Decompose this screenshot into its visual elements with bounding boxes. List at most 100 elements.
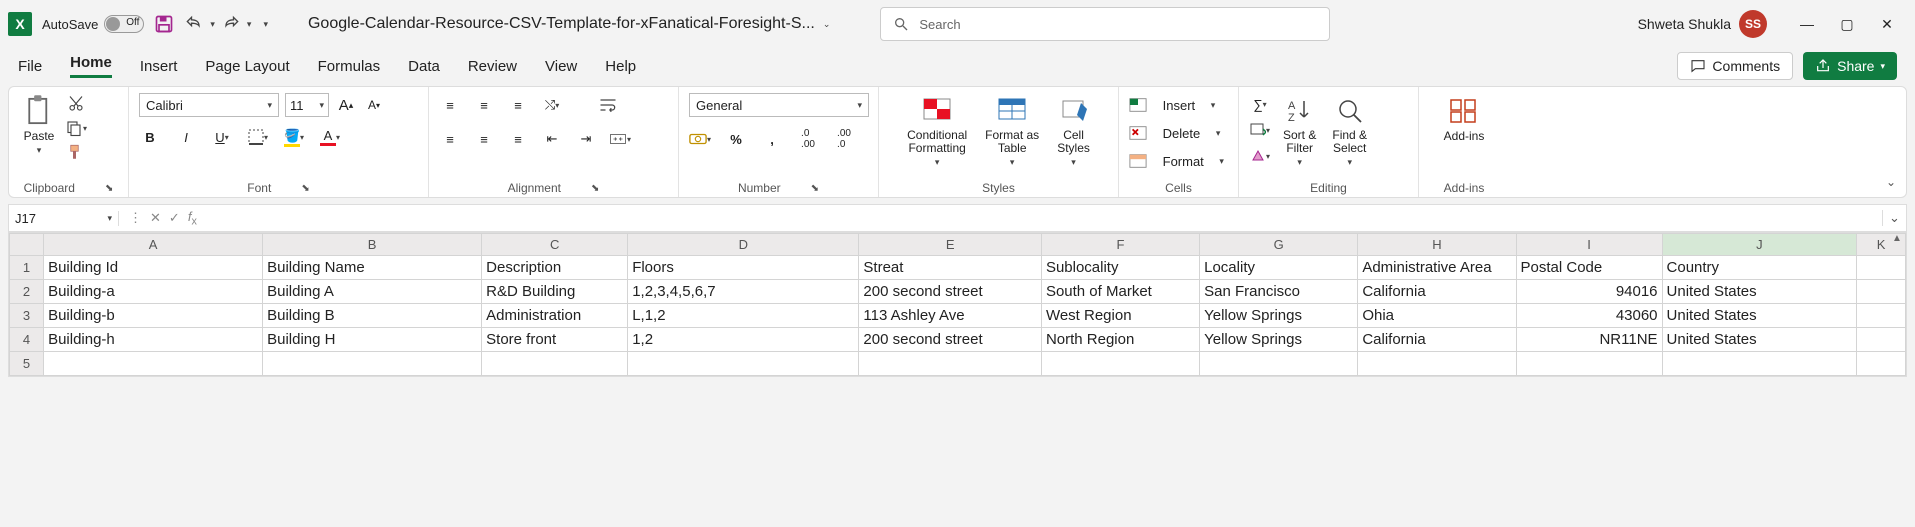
qat-customize-icon[interactable]: ▾	[263, 19, 268, 30]
find-select-button[interactable]: Find & Select▾	[1328, 93, 1371, 170]
autosave-toggle[interactable]: Off	[104, 15, 144, 33]
wrap-text-icon[interactable]	[597, 94, 619, 116]
cut-icon[interactable]	[65, 93, 87, 115]
table-row[interactable]: 5	[10, 352, 1906, 376]
sort-filter-button[interactable]: AZ Sort & Filter▾	[1279, 93, 1320, 170]
copy-icon[interactable]: ▾	[65, 117, 87, 139]
paste-button[interactable]: Paste ▾	[19, 93, 59, 158]
increase-font-icon[interactable]: A▴	[335, 94, 357, 116]
number-format-select[interactable]: General▾	[689, 93, 869, 117]
fx-icon[interactable]: fx	[188, 209, 197, 228]
minimize-icon[interactable]: —	[1799, 16, 1815, 33]
align-center-icon[interactable]: ≡	[473, 128, 495, 150]
share-button[interactable]: Share ▾	[1803, 52, 1897, 80]
align-middle-icon[interactable]: ≡	[473, 94, 495, 116]
format-as-table-button[interactable]: Format as Table▾	[981, 93, 1043, 170]
scroll-up-icon[interactable]: ▲	[1888, 233, 1906, 244]
tab-formulas[interactable]: Formulas	[318, 58, 381, 75]
dialog-launcher-icon[interactable]: ⬊	[591, 183, 599, 194]
clear-icon[interactable]: ▾	[1249, 145, 1271, 167]
cancel-icon[interactable]: ✕	[150, 210, 161, 226]
col-header[interactable]: D	[628, 234, 859, 256]
autosave[interactable]: AutoSave Off	[42, 15, 144, 33]
borders-icon[interactable]: ▾	[247, 126, 269, 148]
decrease-font-icon[interactable]: A▾	[363, 94, 385, 116]
addins-button[interactable]: Add-ins	[1440, 93, 1489, 145]
name-box[interactable]: J17▾	[9, 211, 119, 226]
table-row[interactable]: 4 Building-h Building H Store front 1,2 …	[10, 328, 1906, 352]
align-bottom-icon[interactable]: ≡	[507, 94, 529, 116]
increase-indent-icon[interactable]: ⇥	[575, 128, 597, 150]
tab-insert[interactable]: Insert	[140, 58, 178, 75]
underline-icon[interactable]: U▾	[211, 126, 233, 148]
close-icon[interactable]: ✕	[1879, 16, 1895, 33]
save-icon[interactable]	[154, 14, 174, 34]
expand-formula-bar-icon[interactable]: ⌄	[1882, 210, 1906, 226]
autosum-icon[interactable]: ∑▾	[1249, 93, 1271, 115]
comments-button[interactable]: Comments	[1677, 52, 1793, 80]
redo-icon[interactable]	[221, 14, 241, 34]
font-size-select[interactable]: 11▾	[285, 93, 329, 117]
document-title[interactable]: Google-Calendar-Resource-CSV-Template-fo…	[308, 15, 830, 33]
maximize-icon[interactable]: ▢	[1839, 16, 1855, 33]
search-input[interactable]: Search	[880, 7, 1330, 41]
col-header[interactable]: G	[1200, 234, 1358, 256]
tab-home[interactable]: Home	[70, 54, 112, 78]
row-header[interactable]: 3	[10, 304, 44, 328]
align-right-icon[interactable]: ≡	[507, 128, 529, 150]
tab-help[interactable]: Help	[605, 58, 636, 75]
tab-view[interactable]: View	[545, 58, 577, 75]
tab-pagelayout[interactable]: Page Layout	[205, 58, 289, 75]
col-header[interactable]: I	[1516, 234, 1662, 256]
col-header[interactable]: E	[859, 234, 1042, 256]
font-color-icon[interactable]: A▾	[319, 126, 341, 148]
collapse-ribbon-icon[interactable]: ⌄	[1886, 175, 1896, 189]
dialog-launcher-icon[interactable]: ⬊	[811, 183, 819, 194]
row-header[interactable]: 5	[10, 352, 44, 376]
italic-icon[interactable]: I	[175, 126, 197, 148]
comma-icon[interactable]: ,	[761, 128, 783, 150]
dialog-launcher-icon[interactable]: ⬊	[301, 183, 309, 194]
chevron-down-icon[interactable]: ▾	[247, 19, 252, 30]
percent-icon[interactable]: %	[725, 128, 747, 150]
cell-styles-button[interactable]: Cell Styles▾	[1053, 93, 1094, 170]
format-painter-icon[interactable]	[65, 141, 87, 163]
user-account[interactable]: Shweta Shukla SS	[1638, 10, 1767, 38]
orientation-icon[interactable]: ⤭▾	[541, 94, 563, 116]
col-header[interactable]: J	[1662, 234, 1857, 256]
table-row[interactable]: 2 Building-a Building A R&D Building 1,2…	[10, 280, 1906, 304]
chevron-down-icon[interactable]: ▾	[210, 19, 215, 30]
select-all-corner[interactable]	[10, 234, 44, 256]
column-headers[interactable]: A B C D E F G H I J K	[10, 234, 1906, 256]
align-top-icon[interactable]: ≡	[439, 94, 461, 116]
decrease-decimal-icon[interactable]: .00.0	[833, 128, 855, 150]
table-row[interactable]: 3 Building-b Building B Administration L…	[10, 304, 1906, 328]
row-header[interactable]: 4	[10, 328, 44, 352]
col-header[interactable]: H	[1358, 234, 1516, 256]
accounting-format-icon[interactable]: ▾	[689, 128, 711, 150]
fill-color-icon[interactable]: 🪣▾	[283, 126, 305, 148]
col-header[interactable]: F	[1041, 234, 1199, 256]
tab-data[interactable]: Data	[408, 58, 440, 75]
fill-icon[interactable]: ▾	[1249, 119, 1271, 141]
row-header[interactable]: 1	[10, 256, 44, 280]
decrease-indent-icon[interactable]: ⇤	[541, 128, 563, 150]
font-name-select[interactable]: Calibri▾	[139, 93, 279, 117]
merge-center-icon[interactable]: ▾	[609, 128, 631, 150]
insert-cells-button[interactable]: Insert ▾	[1129, 93, 1215, 117]
bold-icon[interactable]: B	[139, 126, 161, 148]
col-header[interactable]: A	[44, 234, 263, 256]
undo-icon[interactable]	[184, 14, 204, 34]
align-left-icon[interactable]: ≡	[439, 128, 461, 150]
tab-review[interactable]: Review	[468, 58, 517, 75]
tab-file[interactable]: File	[18, 58, 42, 75]
increase-decimal-icon[interactable]: .0.00	[797, 128, 819, 150]
col-header[interactable]: C	[482, 234, 628, 256]
format-cells-button[interactable]: Format ▾	[1129, 149, 1224, 173]
dropdown-icon[interactable]: ⋮	[129, 210, 142, 226]
conditional-formatting-button[interactable]: Conditional Formatting▾	[903, 93, 971, 170]
delete-cells-button[interactable]: Delete ▾	[1129, 121, 1220, 145]
chevron-down-icon[interactable]: ⌄	[823, 19, 831, 30]
spreadsheet-grid[interactable]: ▲ A B C D E F G H I J K 1	[8, 232, 1907, 377]
row-header[interactable]: 2	[10, 280, 44, 304]
